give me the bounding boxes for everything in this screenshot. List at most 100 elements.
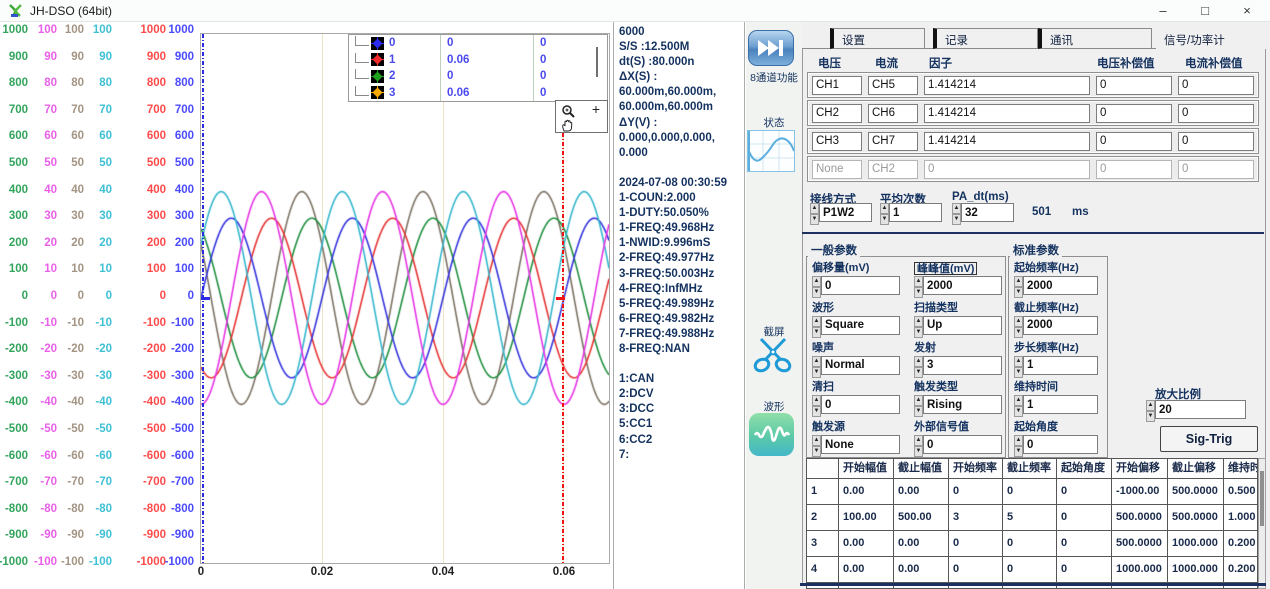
graph-palette[interactable]: +	[555, 100, 608, 133]
param-spinner[interactable]: ▲▼	[1014, 395, 1098, 414]
param-spinner[interactable]: ▲▼	[812, 276, 900, 295]
channel-field[interactable]	[1096, 76, 1172, 95]
wiring-spinner-3[interactable]: ▲▼	[952, 203, 1014, 222]
param-spinner-input[interactable]	[923, 395, 1002, 414]
param-spinner-input[interactable]	[821, 276, 900, 295]
channel-field[interactable]	[868, 160, 918, 179]
cursor-1-marker[interactable]	[201, 297, 210, 300]
status-waveform-thumbnail[interactable]	[747, 130, 795, 172]
spinner-arrows[interactable]: ▲▼	[880, 203, 889, 222]
spinner-arrows[interactable]: ▲▼	[812, 276, 821, 295]
channel-field[interactable]	[868, 104, 918, 123]
spinner-arrows[interactable]: ▲▼	[812, 395, 821, 414]
param-spinner[interactable]: ▲▼	[1014, 276, 1098, 295]
channel-field[interactable]	[1096, 104, 1172, 123]
param-spinner[interactable]: ▲▼	[914, 435, 1002, 454]
param-spinner-input[interactable]	[821, 356, 900, 375]
param-spinner[interactable]: ▲▼	[914, 316, 1002, 335]
param-spinner-input[interactable]	[1023, 356, 1098, 375]
param-spinner[interactable]: ▲▼	[812, 356, 900, 375]
close-button[interactable]: ×	[1232, 1, 1262, 21]
sweep-table-row[interactable]: 30.000.00000500.00001000.0000.200	[807, 531, 1257, 557]
spinner-arrows[interactable]: ▲▼	[1014, 276, 1023, 295]
plot-legend[interactable]: 00010.06020030.060400	[348, 34, 608, 102]
channel-field[interactable]	[1178, 160, 1254, 179]
wiring-spinner-1[interactable]: ▲▼	[810, 203, 872, 222]
wiring-spinner-3-input[interactable]	[961, 203, 1014, 222]
channel-field[interactable]	[812, 104, 862, 123]
sweep-table-row[interactable]: 10.000.00000-1000.00500.00000.500	[807, 479, 1257, 505]
spinner-arrows[interactable]: ▲▼	[914, 356, 923, 375]
channel-field[interactable]	[1178, 132, 1254, 151]
spinner-arrows[interactable]: ▲▼	[1014, 435, 1023, 454]
sweep-table-scrollbar[interactable]	[1258, 458, 1266, 589]
screenshot-button[interactable]	[752, 337, 794, 378]
param-spinner-input[interactable]	[923, 356, 1002, 375]
sig-trig-button[interactable]: Sig-Trig	[1160, 426, 1258, 452]
param-spinner[interactable]: ▲▼	[812, 435, 900, 454]
wiring-spinner-2-input[interactable]	[889, 203, 942, 222]
zoom-ratio-spinner-input[interactable]	[1155, 400, 1246, 419]
channel-field[interactable]	[812, 160, 862, 179]
spinner-arrows[interactable]: ▲▼	[812, 316, 821, 335]
param-spinner[interactable]: ▲▼	[914, 356, 1002, 375]
maximize-button[interactable]: □	[1190, 1, 1220, 21]
spinner-arrows[interactable]: ▲▼	[914, 395, 923, 414]
spinner-arrows[interactable]: ▲▼	[810, 203, 819, 222]
legend-plot-cell[interactable]: 3	[349, 85, 441, 102]
channel-field[interactable]	[924, 160, 1090, 179]
channel-field[interactable]	[1096, 160, 1172, 179]
channel-field[interactable]	[1178, 76, 1254, 95]
param-spinner-input[interactable]	[821, 435, 900, 454]
param-spinner-input[interactable]	[821, 316, 900, 335]
param-spinner-input[interactable]	[821, 395, 900, 414]
tab-4[interactable]: 信号/功率计	[1156, 28, 1266, 49]
legend-plot-cell[interactable]: 4	[349, 101, 441, 102]
spinner-arrows[interactable]: ▲▼	[914, 276, 923, 295]
hand-icon[interactable]	[561, 119, 574, 132]
param-spinner-input[interactable]	[1023, 276, 1098, 295]
channel-field[interactable]	[1178, 104, 1254, 123]
minimize-button[interactable]: –	[1148, 1, 1178, 21]
param-spinner-input[interactable]	[923, 435, 1002, 454]
spinner-arrows[interactable]: ▲▼	[914, 316, 923, 335]
spinner-arrows[interactable]: ▲▼	[914, 435, 923, 454]
spinner-arrows[interactable]: ▲▼	[1014, 356, 1023, 375]
sweep-table-row[interactable]: 2100.00500.00350500.0000500.00001.000	[807, 505, 1257, 531]
spinner-arrows[interactable]: ▲▼	[1014, 316, 1023, 335]
param-spinner[interactable]: ▲▼	[812, 316, 900, 335]
spinner-arrows[interactable]: ▲▼	[1014, 395, 1023, 414]
legend-row[interactable]: 000	[349, 35, 607, 52]
param-spinner-input[interactable]	[923, 276, 1002, 295]
param-spinner-input[interactable]	[1023, 435, 1098, 454]
param-spinner-input[interactable]	[1023, 316, 1098, 335]
sweep-table-row[interactable]: 40.000.000001000.0001000.0000.200	[807, 557, 1257, 583]
param-spinner[interactable]: ▲▼	[914, 395, 1002, 414]
wiring-spinner-1-input[interactable]	[819, 203, 872, 222]
magnifier-icon[interactable]	[561, 104, 576, 119]
channel-field[interactable]	[812, 132, 862, 151]
legend-plot-cell[interactable]: 2	[349, 68, 441, 85]
plus-icon[interactable]: +	[592, 101, 600, 117]
param-spinner[interactable]: ▲▼	[812, 395, 900, 414]
param-spinner-input[interactable]	[1023, 395, 1098, 414]
tab-2[interactable]: 记录	[933, 28, 1038, 49]
zoom-ratio-spinner[interactable]: ▲▼	[1146, 400, 1246, 419]
legend-plot-cell[interactable]: 0	[349, 35, 441, 52]
param-spinner[interactable]: ▲▼	[1014, 316, 1098, 335]
param-spinner[interactable]: ▲▼	[914, 276, 1002, 295]
legend-row[interactable]: 200	[349, 68, 607, 85]
legend-scrollbar[interactable]	[596, 47, 598, 77]
legend-row[interactable]: 10.060	[349, 52, 607, 69]
param-spinner-input[interactable]	[923, 316, 1002, 335]
channel-field[interactable]	[868, 76, 918, 95]
eight-channel-button[interactable]	[748, 30, 794, 66]
wiring-spinner-2[interactable]: ▲▼	[880, 203, 942, 222]
spinner-arrows[interactable]: ▲▼	[812, 356, 821, 375]
waveform-plot[interactable]: 00010.06020030.060400 +	[200, 33, 610, 564]
cursor-2-marker[interactable]	[556, 297, 565, 300]
param-spinner[interactable]: ▲▼	[1014, 356, 1098, 375]
legend-row[interactable]: 30.060	[349, 85, 607, 102]
channel-field[interactable]	[1096, 132, 1172, 151]
spinner-arrows[interactable]: ▲▼	[952, 203, 961, 222]
